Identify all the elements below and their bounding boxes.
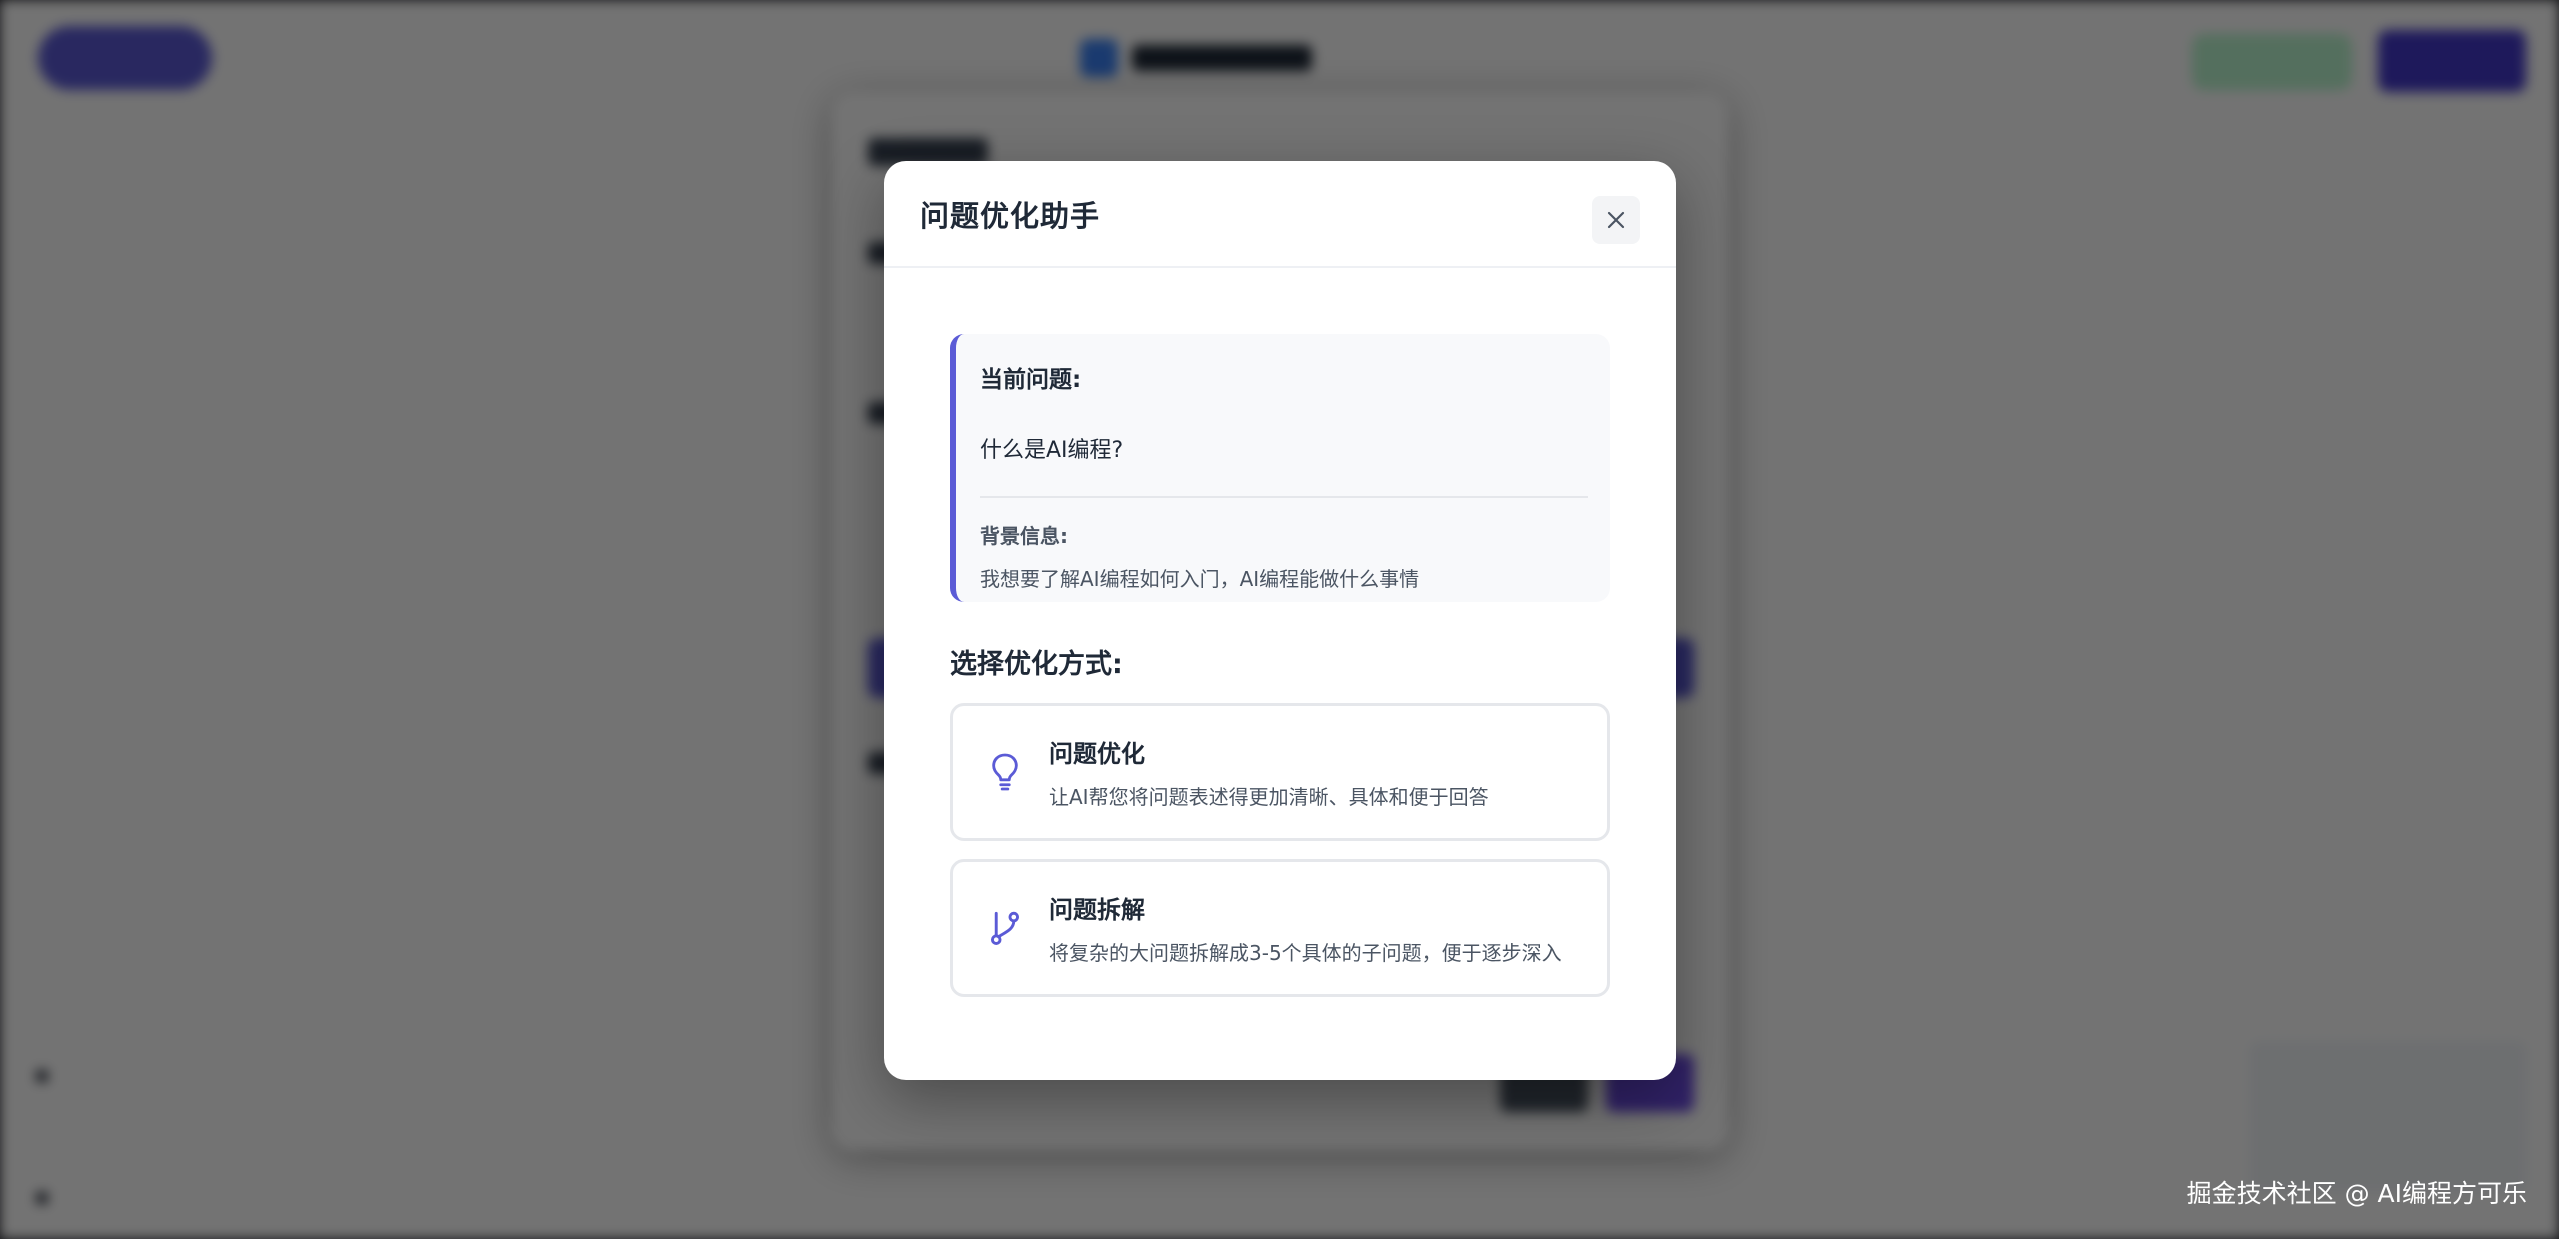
modal-title: 问题优化助手 xyxy=(920,198,1101,233)
option-title: 问题优化 xyxy=(1049,740,1145,768)
option-decompose-question[interactable]: 问题拆解 将复杂的大问题拆解成3-5个具体的子问题，便于逐步深入 xyxy=(950,859,1610,997)
current-question-text: 什么是AI编程? xyxy=(980,438,1124,463)
watermark: 掘金技术社区 @ AI编程方可乐 xyxy=(2186,1179,2527,1208)
question-optimizer-modal: 问题优化助手 当前问题: 什么是AI编程? 背景信息: 我想要了解AI编程如何入… xyxy=(884,161,1676,1080)
option-section-title: 选择优化方式: xyxy=(950,649,1123,680)
close-icon xyxy=(1607,211,1625,229)
option-description: 将复杂的大问题拆解成3-5个具体的子问题，便于逐步深入 xyxy=(1049,941,1562,965)
current-question-card: 当前问题: 什么是AI编程? 背景信息: 我想要了解AI编程如何入门，AI编程能… xyxy=(950,334,1610,602)
option-description: 让AI帮您将问题表述得更加清晰、具体和便于回答 xyxy=(1049,785,1489,809)
option-title: 问题拆解 xyxy=(1049,896,1145,924)
close-button[interactable] xyxy=(1592,196,1640,244)
modal-body: 当前问题: 什么是AI编程? 背景信息: 我想要了解AI编程如何入门，AI编程能… xyxy=(884,268,1676,997)
option-optimize-question[interactable]: 问题优化 让AI帮您将问题表述得更加清晰、具体和便于回答 xyxy=(950,703,1610,841)
divider xyxy=(980,496,1588,498)
git-branch-icon xyxy=(985,908,1025,948)
current-question-label: 当前问题: xyxy=(980,367,1082,393)
modal-header: 问题优化助手 xyxy=(884,161,1676,268)
background-info-text: 我想要了解AI编程如何入门，AI编程能做什么事情 xyxy=(980,567,1420,591)
lightbulb-icon xyxy=(985,752,1025,792)
background-info-label: 背景信息: xyxy=(980,524,1068,548)
